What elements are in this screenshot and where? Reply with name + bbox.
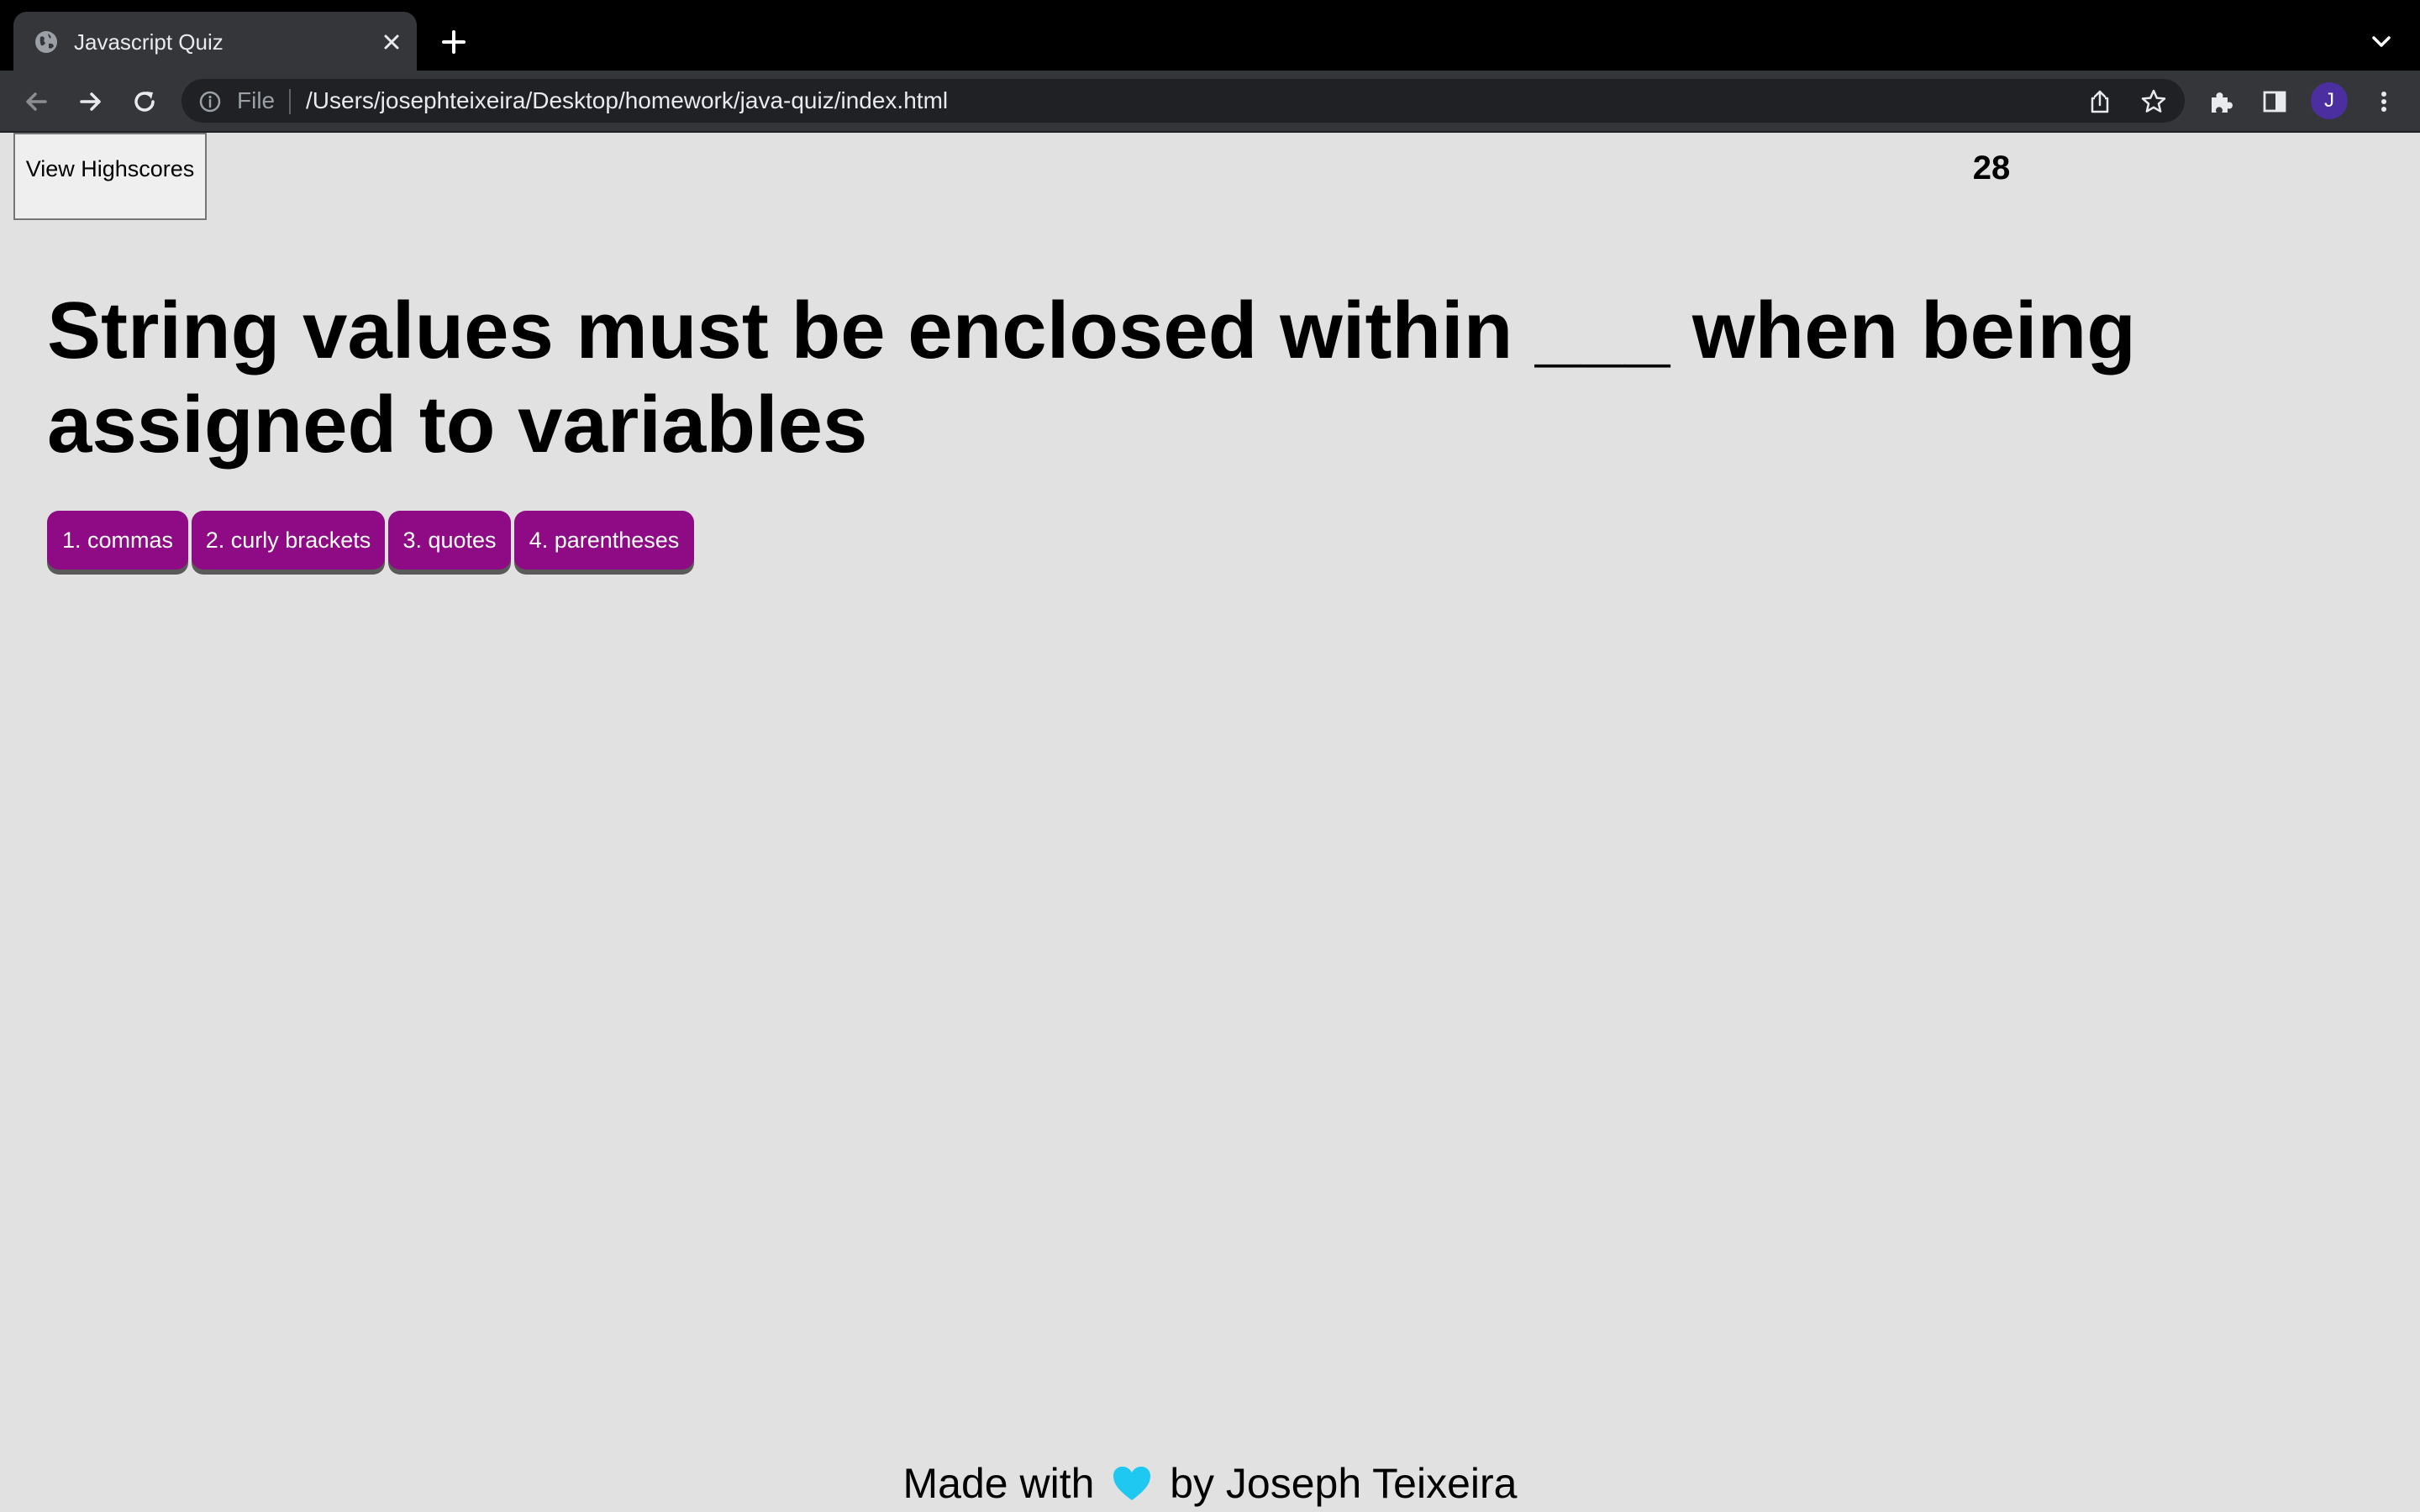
new-tab-icon[interactable]: [439, 27, 469, 57]
view-highscores-button[interactable]: View Highscores: [13, 133, 207, 220]
choice-button-parentheses[interactable]: 4. parentheses: [514, 511, 694, 570]
choice-button-commas[interactable]: 1. commas: [47, 511, 188, 570]
toolbar-divider: [0, 131, 2420, 133]
question-text: String values must be enclosed within __…: [47, 286, 2136, 470]
menu-kebab-icon[interactable]: [2370, 87, 2398, 116]
extensions-icon[interactable]: [2207, 87, 2235, 116]
address-url[interactable]: /Users/josephteixeira/Desktop/homework/j…: [306, 87, 948, 115]
close-tab-icon[interactable]: [380, 30, 403, 54]
heart-icon: [1113, 1467, 1151, 1500]
timer-countdown: 28: [1972, 150, 2011, 186]
forward-icon[interactable]: [75, 86, 107, 118]
address-separator: [289, 89, 291, 114]
browser-tab[interactable]: Javascript Quiz: [13, 12, 417, 71]
chevron-down-icon[interactable]: [2368, 30, 2395, 54]
side-panel-icon[interactable]: [2260, 87, 2289, 116]
footer-credit: Made with by Joseph Teixeira: [0, 1458, 2420, 1509]
profile-avatar[interactable]: J: [2311, 82, 2348, 119]
back-icon[interactable]: [20, 86, 52, 118]
share-icon[interactable]: [2086, 87, 2114, 116]
globe-icon: [35, 31, 57, 53]
tab-title: Javascript Quiz: [74, 29, 224, 55]
footer-prefix: Made with: [902, 1460, 1095, 1507]
reload-icon[interactable]: [129, 86, 160, 118]
choice-button-quotes[interactable]: 3. quotes: [388, 511, 511, 570]
info-icon[interactable]: [198, 90, 222, 113]
bookmark-star-icon[interactable]: [2139, 87, 2168, 116]
footer-suffix: by Joseph Teixeira: [1170, 1460, 1518, 1507]
address-scheme-label: File: [237, 87, 276, 113]
choice-button-curly-brackets[interactable]: 2. curly brackets: [192, 511, 385, 570]
